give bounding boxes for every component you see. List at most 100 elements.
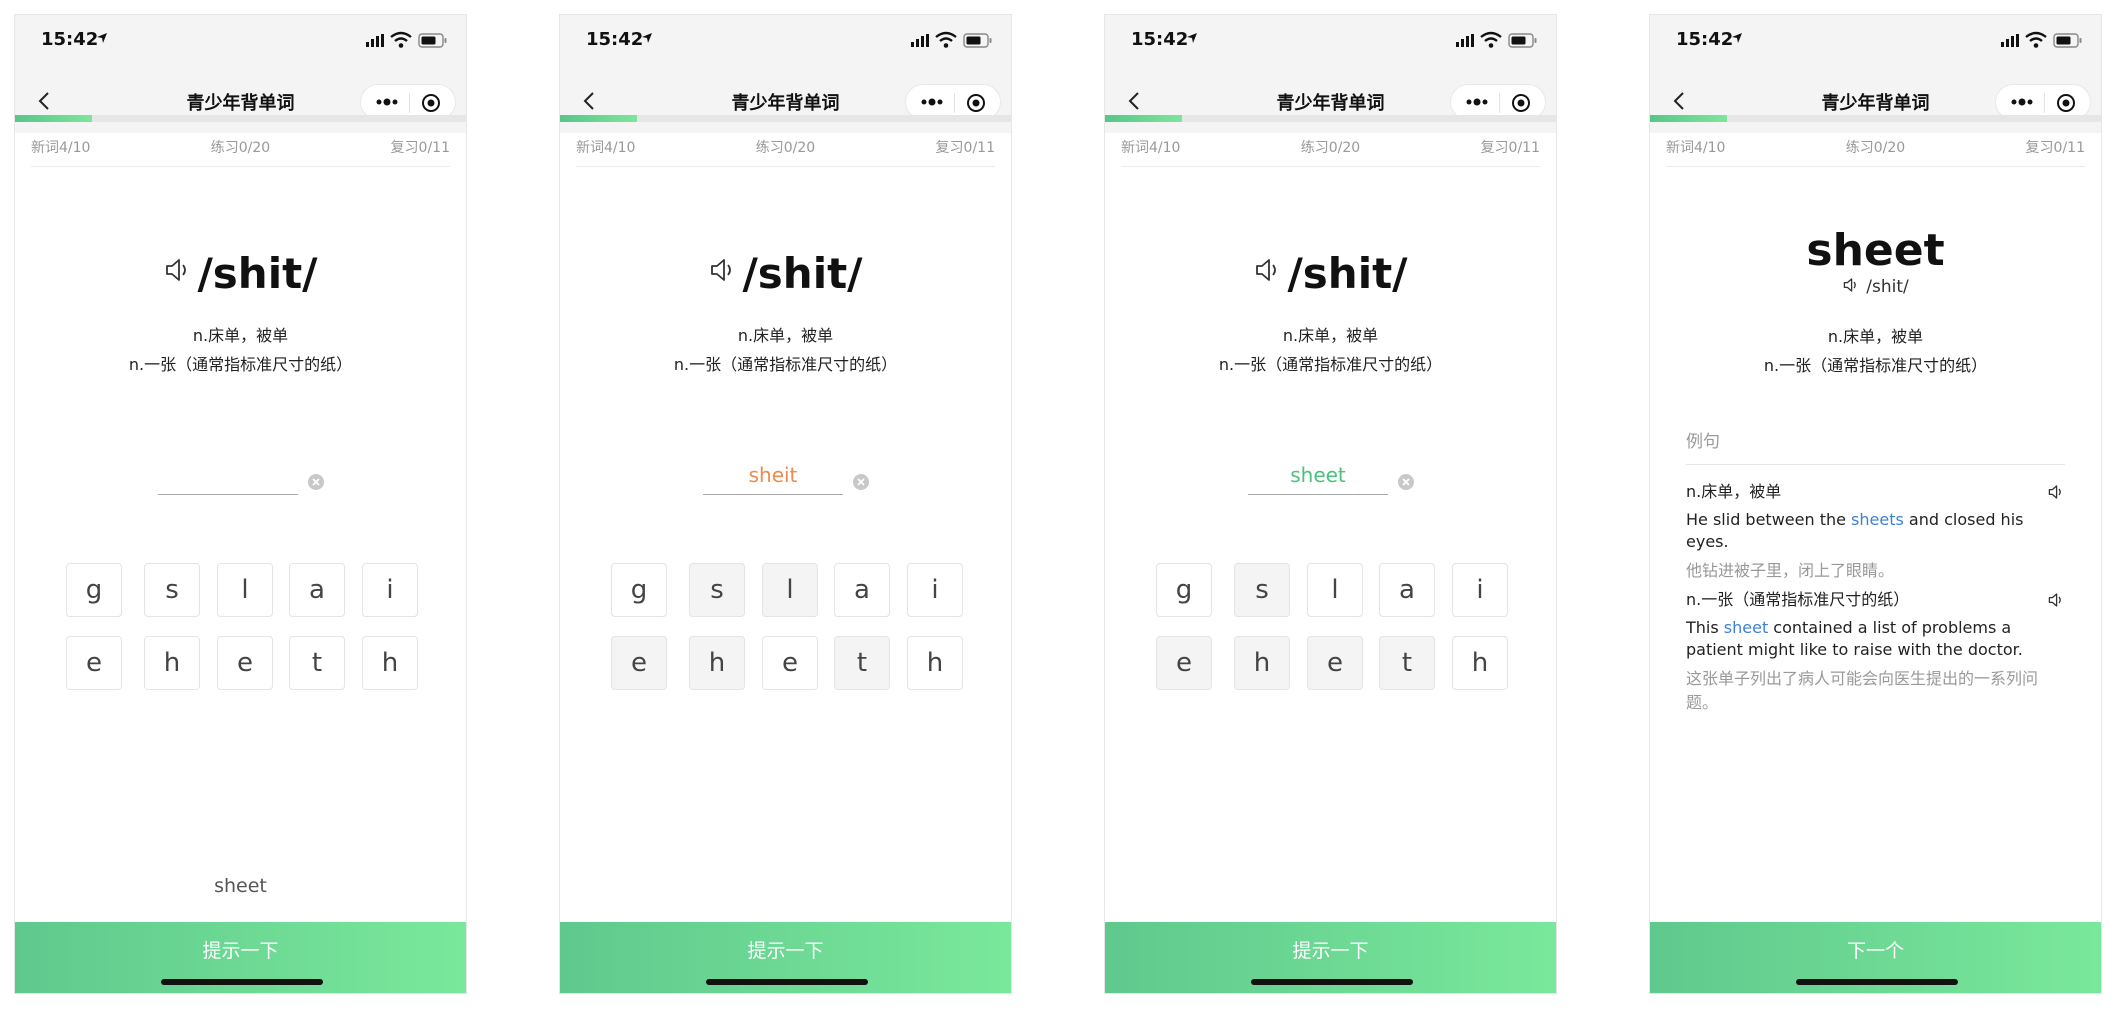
definition-2: n.一张（通常指标准尺寸的纸） [1763,356,1988,375]
letter-key-e[interactable]: e [66,636,122,690]
letter-key-s[interactable]: s [689,563,745,617]
clear-icon[interactable] [852,473,870,491]
letter-key-t[interactable]: t [834,636,890,690]
status-time: 15:42 [41,29,99,50]
clear-icon[interactable] [1397,473,1415,491]
example-definition-text: n.一张（通常指标准尺寸的纸） [1686,590,1910,609]
close-target-icon[interactable] [1511,93,1531,113]
letter-key-i[interactable]: i [362,563,418,617]
example-definition: n.一张（通常指标准尺寸的纸） [1686,587,2065,613]
review-stat: 复习0/11 [2025,140,2085,156]
letter-key-l[interactable]: l [1307,563,1363,617]
status-bar: 15:42 [1650,15,2101,69]
progress-fill [560,115,637,122]
letter-key-i[interactable]: i [907,563,963,617]
status-bar: 15:42 [1105,15,1556,69]
more-icon[interactable] [2009,94,2035,110]
letter-key-e[interactable]: e [217,636,273,690]
more-icon[interactable] [1464,94,1490,110]
definition-1: n.床单，被单 [1282,326,1379,345]
letter-key-l[interactable]: l [762,563,818,617]
location-icon [642,33,652,43]
letter-key-h[interactable]: h [907,636,963,690]
wifi-icon [390,31,412,48]
letter-key-i[interactable]: i [1452,563,1508,617]
letter-key-a[interactable]: a [834,563,890,617]
highlighted-word[interactable]: sheet [1724,618,1768,637]
letter-key-h[interactable]: h [1452,636,1508,690]
example-item: n.一张（通常指标准尺寸的纸） This sheet contained a l… [1686,587,2065,715]
battery-icon [1508,33,1537,48]
letter-key-e[interactable]: e [762,636,818,690]
progress-fill [15,115,92,122]
nav-bar: 青少年背单词 [1105,69,1556,133]
progress-fill [1105,115,1182,122]
more-icon[interactable] [919,94,945,110]
capsule-divider [954,93,955,113]
sentence-part: This [1686,618,1724,637]
letter-key-s[interactable]: s [144,563,200,617]
phonetic: /shit/ [1866,277,1909,297]
speaker-icon[interactable] [2047,483,2065,501]
clear-icon[interactable] [307,473,325,491]
answer-input[interactable]: sheet [1248,455,1388,495]
letter-key-e[interactable]: e [1307,636,1363,690]
letter-key-g[interactable]: g [66,563,122,617]
letter-key-a[interactable]: a [1379,563,1435,617]
letter-key-h[interactable]: h [362,636,418,690]
letter-key-e[interactable]: e [611,636,667,690]
location-icon [1732,33,1742,43]
speaker-icon[interactable] [2047,591,2065,609]
speaker-icon[interactable] [163,255,193,285]
answer-input[interactable] [158,455,298,495]
home-indicator [1251,979,1413,985]
capsule-divider [409,93,410,113]
example-translation: 他钻进被子里，闭上了眼睛。 [1686,561,1895,580]
definitions: n.床单，被单 n.一张（通常指标准尺寸的纸） [15,321,466,379]
stats-row: 新词4/10 练习0/20 复习0/11 [576,131,995,167]
letter-key-g[interactable]: g [611,563,667,617]
hint-button-label: 提示一下 [747,940,824,962]
capsule-divider [2044,93,2045,113]
nav-bar: 青少年背单词 [560,69,1011,133]
letter-key-h[interactable]: h [1234,636,1290,690]
letter-key-s[interactable]: s [1234,563,1290,617]
letter-key-t[interactable]: t [289,636,345,690]
example-item: n.床单，被单 He slid between the sheets and c… [1686,479,2065,583]
phonetic-row: /shit/ [15,249,466,309]
signal-icon [1456,34,1474,47]
speaker-icon[interactable] [708,255,738,285]
definition-2: n.一张（通常指标准尺寸的纸） [128,355,353,374]
letter-key-h[interactable]: h [689,636,745,690]
answer-input[interactable]: sheit [703,455,843,495]
status-time: 15:42 [586,29,644,50]
speaker-icon[interactable] [1842,276,1860,294]
definition-2: n.一张（通常指标准尺寸的纸） [1218,355,1443,374]
letter-key-g[interactable]: g [1156,563,1212,617]
signal-icon [366,34,384,47]
more-icon[interactable] [374,94,400,110]
practice-stat: 练习0/20 [1300,140,1361,156]
home-indicator [706,979,868,985]
highlighted-word[interactable]: sheets [1851,510,1904,529]
close-target-icon[interactable] [966,93,986,113]
letter-key-l[interactable]: l [217,563,273,617]
definition-2: n.一张（通常指标准尺寸的纸） [673,355,898,374]
letter-key-e[interactable]: e [1156,636,1212,690]
phonetic: /shit/ [197,249,318,298]
progress-bar [1105,115,1556,122]
letter-key-h[interactable]: h [144,636,200,690]
wifi-icon [2025,31,2047,48]
definitions: n.床单，被单 n.一张（通常指标准尺寸的纸） [560,321,1011,379]
speaker-icon[interactable] [1253,255,1283,285]
hint-button-label: 提示一下 [202,940,279,962]
close-target-icon[interactable] [2056,93,2076,113]
wifi-icon [935,31,957,48]
close-target-icon[interactable] [421,93,441,113]
practice-stat: 练习0/20 [755,140,816,156]
phone-screen-1: 15:42 青少年背单词 新词4/10 练习0/20 复习0/11 /shit/… [14,14,467,994]
review-stat: 复习0/11 [935,140,995,156]
nav-bar: 青少年背单词 [15,69,466,133]
letter-key-a[interactable]: a [289,563,345,617]
letter-key-t[interactable]: t [1379,636,1435,690]
